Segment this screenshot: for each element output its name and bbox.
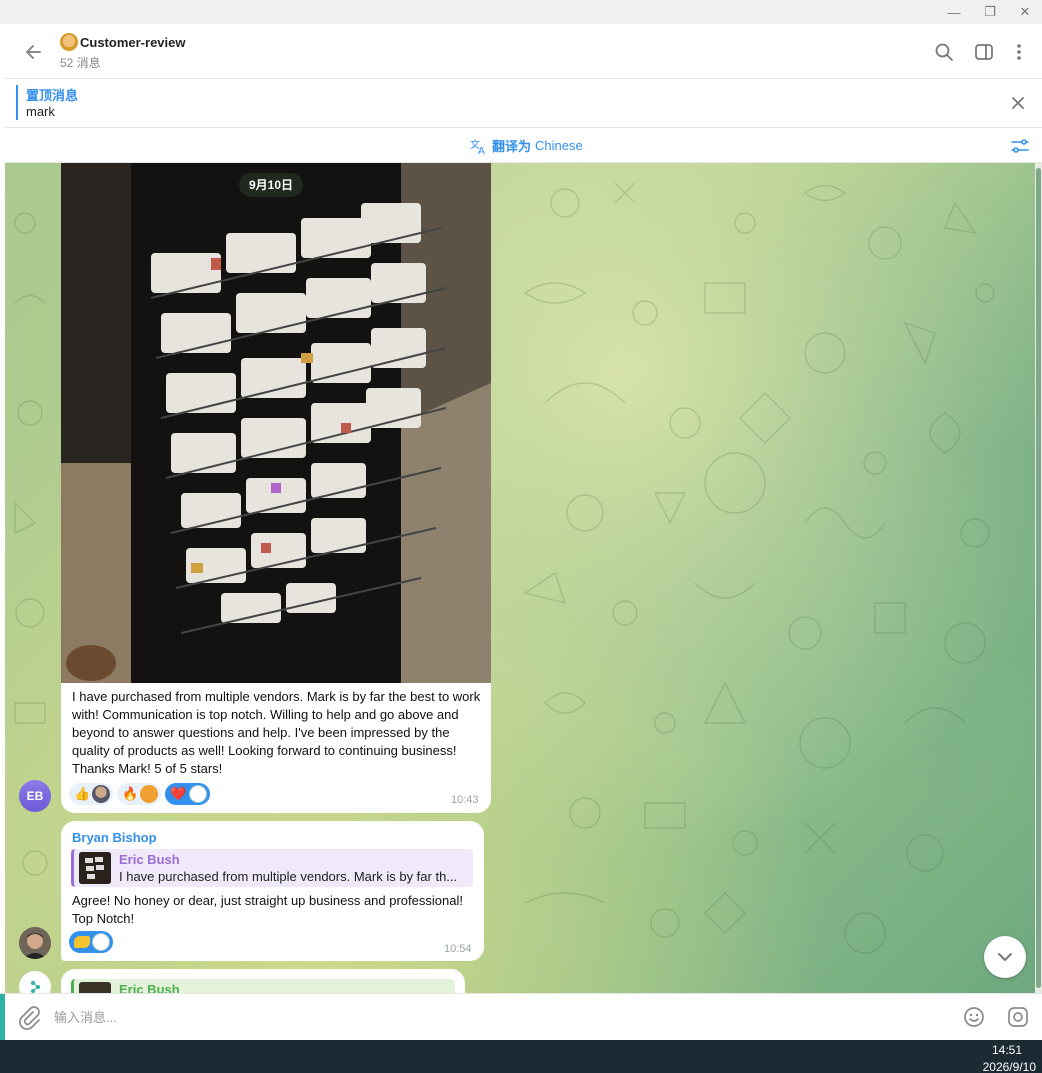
sender-name[interactable]: Bryan Bishop (72, 830, 157, 845)
reply-author: Eric Bush (119, 852, 180, 867)
reaction-emoji: ❤️ (170, 786, 187, 801)
reaction-fire[interactable]: 🔥 (117, 783, 162, 805)
wave-emoji-icon (74, 936, 90, 948)
reply-author: Eric Bush (119, 982, 180, 993)
reaction-chip[interactable] (69, 931, 113, 953)
avatar[interactable]: EB (19, 780, 51, 812)
reactor-avatar (92, 785, 111, 803)
search-icon (935, 43, 953, 61)
message-bubble[interactable]: Eric Bush (61, 969, 465, 993)
camera-button[interactable] (1006, 1005, 1030, 1029)
sliders-icon (1011, 139, 1029, 153)
more-button[interactable] (1005, 38, 1033, 66)
back-button[interactable] (19, 38, 47, 66)
translate-settings-button[interactable] (1008, 134, 1032, 158)
search-button[interactable] (930, 38, 958, 66)
window-titlebar: — ❐ ✕ (0, 0, 1042, 24)
message-input[interactable] (54, 1004, 934, 1030)
close-window-button[interactable]: ✕ (1015, 2, 1035, 22)
logo-icon (31, 981, 40, 993)
message-bubble[interactable]: I have purchased from multiple vendors. … (61, 163, 491, 813)
reaction-emoji: 🔥 (122, 786, 139, 801)
translate-bar: 文A 翻译为 Chinese (5, 128, 1042, 163)
attach-button[interactable] (16, 1004, 42, 1030)
emoji-button[interactable] (962, 1005, 986, 1029)
translate-button[interactable]: 文A 翻译为 Chinese (470, 136, 583, 155)
smiley-icon (964, 1007, 984, 1027)
message-bubble[interactable]: Bryan Bishop Eric Bush I have purchased … (61, 821, 484, 961)
group-emoji-icon (60, 33, 78, 51)
message-time: 10:54 (444, 943, 472, 955)
side-panel-icon (975, 44, 993, 60)
restore-button[interactable]: ❐ (980, 2, 1000, 22)
reactions-row: 👍 🔥 ❤️ (69, 783, 210, 805)
pinned-indicator (16, 85, 18, 120)
pinned-text: mark (26, 104, 55, 119)
pinned-message-bar[interactable]: 置顶消息 mark (5, 79, 1042, 128)
message-text: I have purchased from multiple vendors. … (72, 689, 481, 776)
translate-icon: 文A (470, 138, 485, 155)
camera-icon (1008, 1007, 1028, 1027)
date-separator: 9月10日 (239, 173, 304, 197)
chat-title[interactable]: Customer-review (60, 33, 185, 51)
message-time: 10:43 (451, 794, 479, 806)
close-icon (1012, 97, 1024, 109)
avatar[interactable] (19, 927, 51, 959)
member-count: 52 消息 (60, 56, 101, 70)
reaction-thumbs-up[interactable]: 👍 (69, 783, 114, 805)
user-photo (19, 927, 51, 959)
reactor-avatar (188, 785, 207, 803)
paperclip-icon (19, 1006, 40, 1030)
side-panel-button[interactable] (970, 38, 998, 66)
chat-area[interactable]: I have purchased from multiple vendors. … (5, 163, 1035, 993)
pinned-title: 置顶消息 (26, 88, 79, 103)
scrollbar-thumb[interactable] (1036, 168, 1041, 988)
reply-thumbnail (79, 982, 111, 993)
os-taskbar: 14:51 2026/9/10 (0, 1040, 1042, 1073)
reply-text: I have purchased from multiple vendors. … (119, 869, 458, 884)
reaction-heart[interactable]: ❤️ (165, 783, 210, 805)
clock-time: 14:51 (991, 1043, 1022, 1057)
reaction-emoji: 👍 (74, 786, 91, 801)
message-composer (0, 993, 1042, 1041)
message-text: Agree! No honey or dear, just straight u… (72, 893, 463, 926)
reactor-avatar (92, 933, 110, 951)
scroll-down-button[interactable] (984, 936, 1026, 978)
chevron-down-icon (998, 953, 1012, 961)
more-vertical-icon (1017, 44, 1021, 60)
shelf-photo[interactable] (61, 163, 491, 683)
translate-language: Chinese (535, 138, 583, 153)
reply-thumbnail (79, 852, 111, 884)
minimize-button[interactable]: — (944, 2, 964, 22)
pinned-close-button[interactable] (1006, 91, 1030, 115)
composer-accent (0, 994, 5, 1041)
svg-text:A: A (478, 146, 485, 155)
translate-prefix: 翻译为 (492, 139, 532, 154)
clock-date: 2026/9/10 (982, 1060, 1036, 1073)
chat-header: Customer-review 52 消息 (5, 24, 1042, 79)
chat-title-text: Customer-review (80, 34, 186, 50)
back-arrow-icon (26, 45, 41, 59)
reactor-avatar (140, 785, 159, 803)
reply-quote[interactable]: Eric Bush (71, 979, 455, 993)
reply-quote[interactable]: Eric Bush I have purchased from multiple… (71, 849, 473, 887)
